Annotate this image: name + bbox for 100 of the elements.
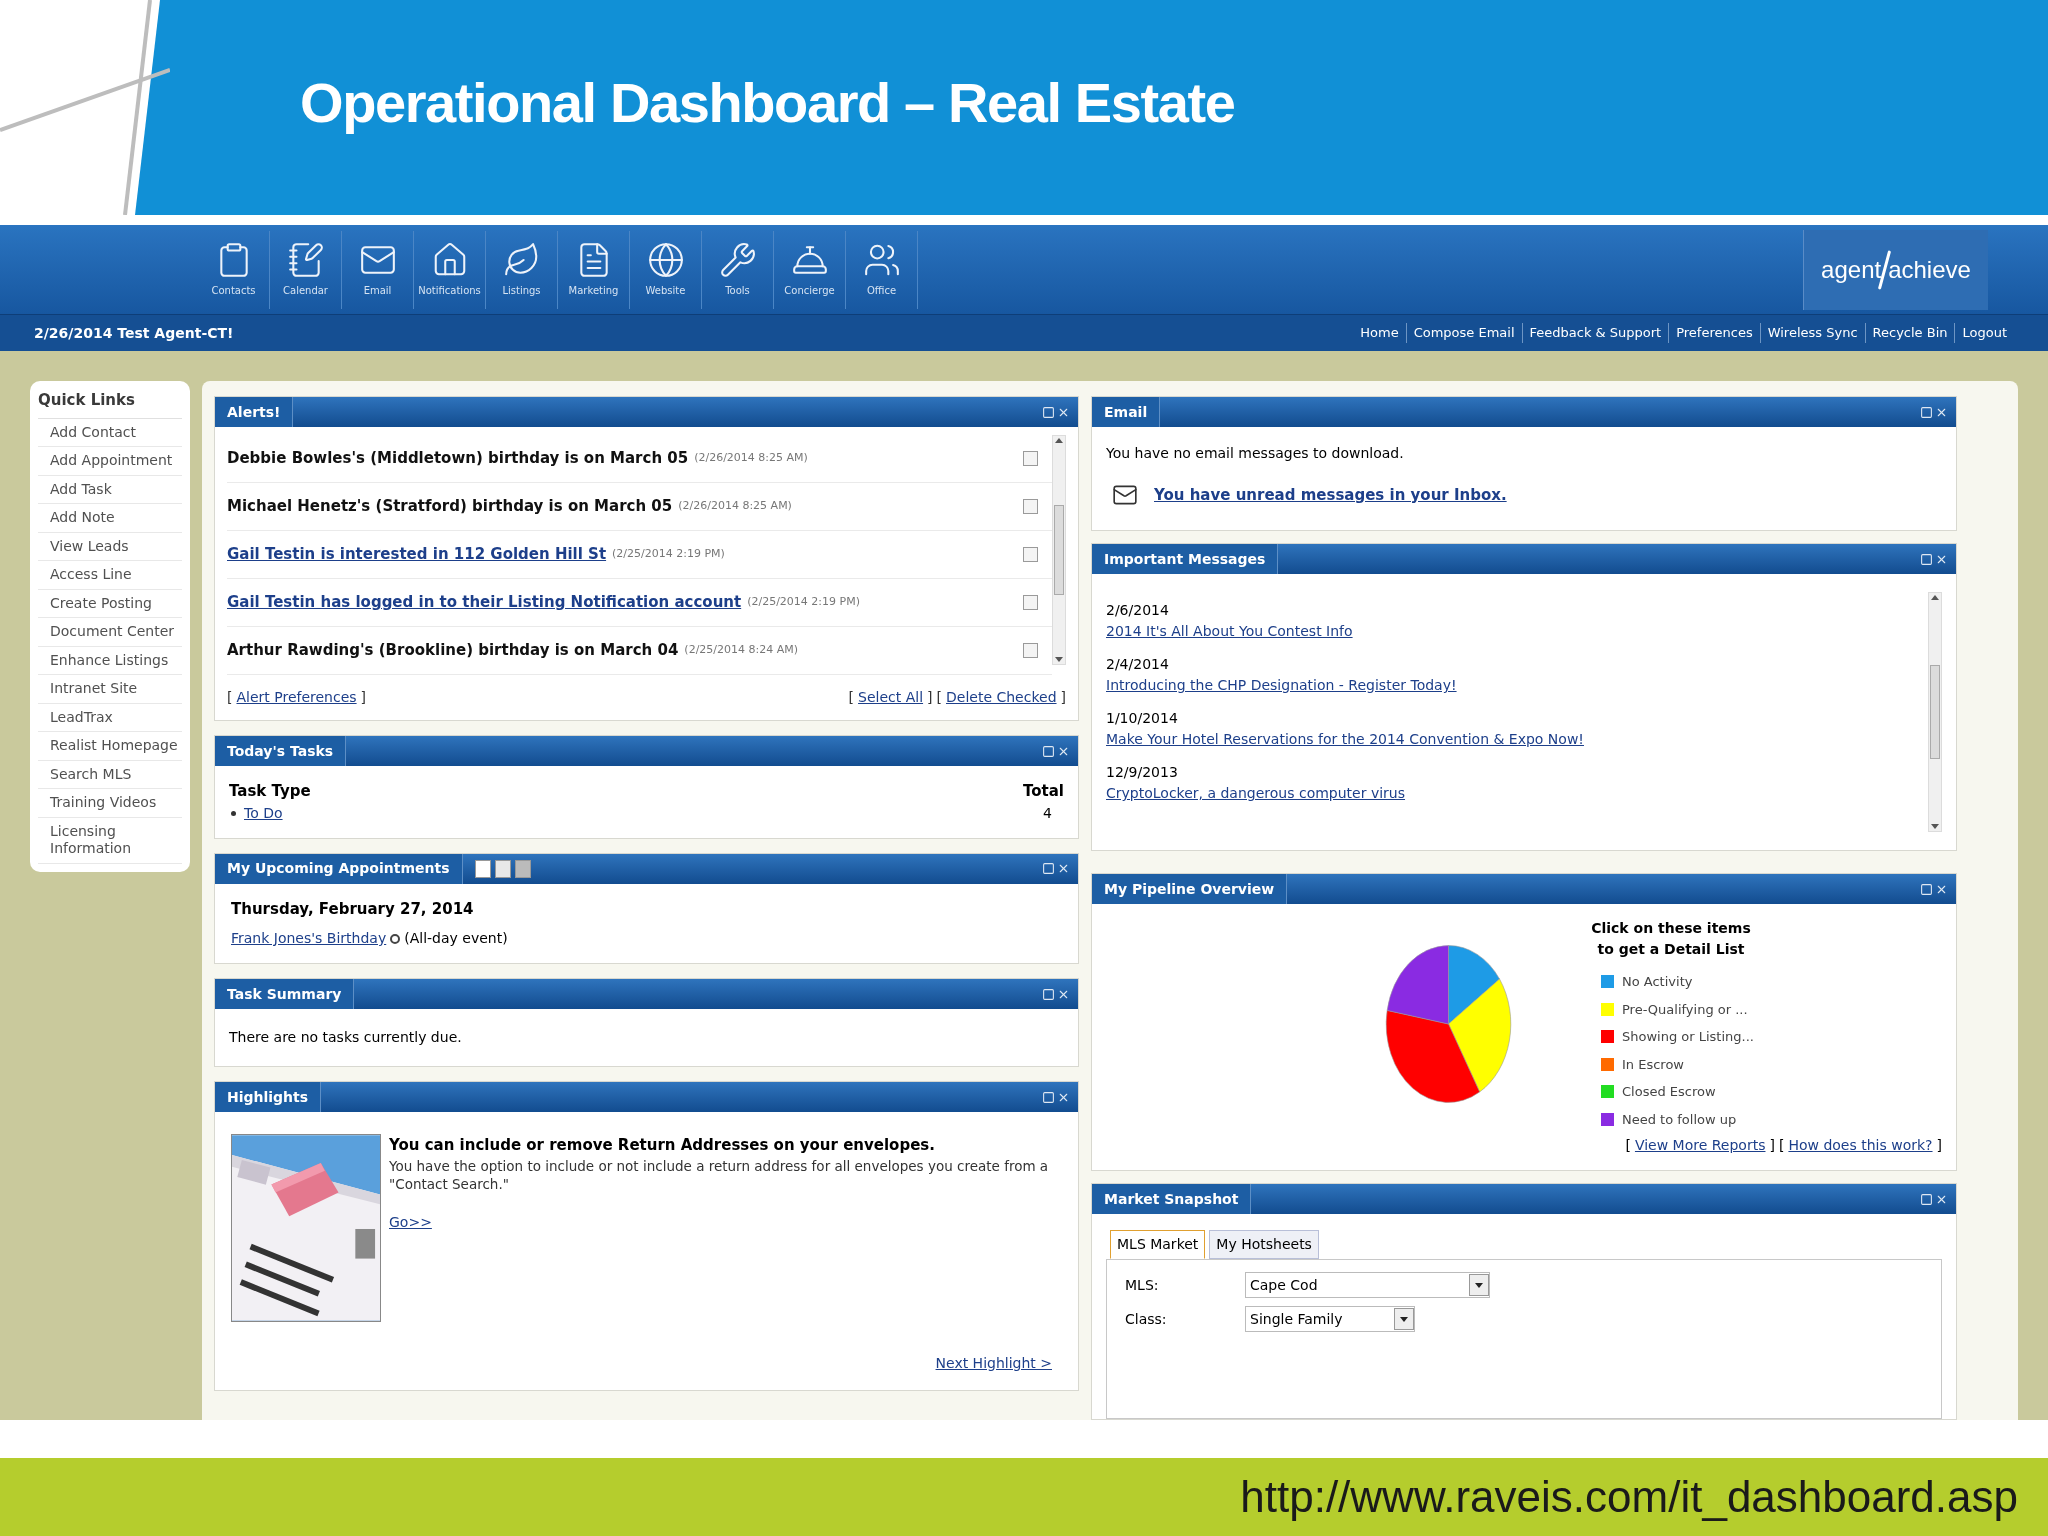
alert-checkbox[interactable] (1023, 499, 1038, 514)
notebook-icon (286, 241, 325, 279)
alert-text: Debbie Bowles's (Middletown) birthday is on March 05 (227, 448, 689, 470)
panel-title: My Upcoming Appointments (215, 853, 463, 884)
alert-checkbox[interactable] (1023, 595, 1038, 610)
month-view-icon[interactable] (514, 859, 531, 878)
message-link[interactable]: CryptoLocker, a dangerous computer virus (1106, 783, 1406, 804)
message-link[interactable]: 2014 It's All About You Contest Info (1106, 621, 1353, 642)
select-field[interactable]: Cape Cod (1245, 1272, 1490, 1298)
quick-link[interactable]: Realist Homepage (38, 732, 182, 761)
alert-checkbox[interactable] (1023, 547, 1038, 562)
alert-text[interactable]: Gail Testin is interested in 112 Golden Hill St (227, 543, 607, 566)
scrollbar[interactable] (1052, 435, 1066, 665)
quick-link[interactable]: Access Line (38, 561, 182, 590)
legend-link[interactable]: Pre-Qualifying or ... (1622, 999, 1748, 1019)
highlight-heading: You can include or remove Return Addresses on your envelopes. (389, 1135, 936, 1156)
minimize-icon[interactable] (1042, 862, 1055, 875)
minimize-icon[interactable] (1920, 1192, 1933, 1206)
column-header: Task Type (229, 781, 311, 802)
nav-button[interactable]: Notifications (414, 230, 486, 309)
alert-text: Arthur Rawding's (Brookline) birthday is on March 04 (227, 640, 679, 662)
alert-timestamp: (2/25/2014 2:19 PM) (612, 546, 725, 563)
task-type-link[interactable]: To Do (244, 802, 283, 824)
quick-link[interactable]: Licensing Information (38, 817, 182, 864)
market-tab[interactable]: My Hotsheets (1209, 1230, 1319, 1259)
legend-link[interactable]: In Escrow (1622, 1054, 1684, 1074)
minimize-icon[interactable] (1042, 987, 1055, 1001)
appointment-link[interactable]: Frank Jones's Birthday (231, 928, 387, 949)
market-tab[interactable]: MLS Market (1110, 1230, 1206, 1259)
alert-timestamp: (2/25/2014 8:24 AM) (684, 642, 799, 659)
top-link[interactable]: Compose Email (1405, 323, 1522, 343)
alert-checkbox[interactable] (1023, 643, 1038, 658)
top-link[interactable]: Recycle Bin (1864, 323, 1955, 343)
nav-button[interactable]: Office (846, 230, 918, 309)
wrench-icon (718, 241, 757, 279)
quick-link[interactable]: Training Videos (38, 789, 182, 818)
minimize-icon[interactable] (1920, 405, 1933, 419)
panel-title: Task Summary (215, 979, 355, 1009)
nav-button[interactable]: Concierge (774, 230, 846, 309)
quick-link[interactable]: Search MLS (38, 760, 182, 789)
alert-preferences-link[interactable]: Alert Preferences (236, 687, 357, 708)
quick-link[interactable]: Add Task (38, 475, 182, 504)
quick-link[interactable]: Add Appointment (38, 447, 182, 476)
bracket-text: ] (1769, 1136, 1775, 1155)
top-link[interactable]: Home (1353, 323, 1406, 343)
message-date: 12/9/2013 (1106, 763, 1179, 782)
quick-link[interactable]: Intranet Site (38, 675, 182, 704)
quick-link[interactable]: Add Note (38, 504, 182, 533)
message-link[interactable]: Introducing the CHP Designation - Register Today! (1106, 675, 1457, 696)
bracket-text: [ (848, 688, 855, 707)
quick-link[interactable]: Document Center (38, 618, 182, 647)
report-link[interactable]: View More Reports (1634, 1135, 1766, 1156)
quick-link[interactable]: Enhance Listings (38, 646, 182, 675)
legend-link[interactable]: Need to follow up (1622, 1109, 1737, 1129)
panel-title: Important Messages (1092, 544, 1279, 574)
next-highlight-link[interactable]: Next Highlight > (935, 1353, 1052, 1374)
select-field[interactable]: Single Family (1245, 1306, 1415, 1332)
top-link[interactable]: Wireless Sync (1759, 323, 1865, 343)
close-icon[interactable] (1057, 862, 1070, 875)
panel-title: Highlights (215, 1082, 322, 1112)
alert-checkbox[interactable] (1023, 451, 1038, 466)
quick-link[interactable]: Create Posting (38, 589, 182, 618)
week-view-icon[interactable] (494, 859, 511, 878)
nav-button[interactable]: Calendar (270, 230, 342, 309)
top-link[interactable]: Logout (1954, 323, 2014, 343)
minimize-icon[interactable] (1042, 1090, 1055, 1104)
top-link[interactable]: Feedback & Support (1521, 323, 1669, 343)
quick-link[interactable]: LeadTrax (38, 703, 182, 732)
nav-button[interactable]: Contacts (198, 230, 270, 309)
inbox-link[interactable]: You have unread messages in your Inbox. (1154, 483, 1507, 507)
minimize-icon[interactable] (1042, 405, 1055, 419)
report-link[interactable]: How does this work? (1788, 1135, 1933, 1156)
task-summary-text: There are no tasks currently due. (228, 1028, 463, 1047)
nav-button[interactable]: Website (630, 230, 702, 309)
nav-button[interactable]: Email (342, 230, 414, 309)
top-link[interactable]: Preferences (1668, 323, 1760, 343)
quick-link[interactable]: Add Contact (38, 418, 182, 447)
nav-button[interactable]: Tools (702, 230, 774, 309)
scrollbar[interactable] (1928, 592, 1942, 832)
quick-link[interactable]: View Leads (38, 532, 182, 561)
nav-button[interactable]: Marketing (558, 230, 630, 309)
logo-text: achieve (1888, 254, 1971, 285)
bracket-text: ] (360, 688, 367, 707)
nav-button[interactable]: Listings (486, 230, 558, 309)
minimize-icon[interactable] (1042, 744, 1055, 758)
message-link[interactable]: Make Your Hotel Reservations for the 2014 Convention & Expo Now! (1106, 729, 1584, 750)
alert-text[interactable]: Gail Testin has logged in to their Listing Notification account (227, 591, 742, 614)
legend-link[interactable]: Closed Escrow (1622, 1082, 1716, 1102)
day-view-icon[interactable] (474, 859, 491, 878)
alert-action-link[interactable]: Delete Checked (946, 687, 1057, 708)
alert-action-link[interactable]: Select All (858, 687, 924, 708)
minimize-icon[interactable] (1920, 552, 1933, 566)
legend-link[interactable]: No Activity (1622, 972, 1693, 992)
email-status-text: You have no email messages to download. (1106, 444, 1405, 463)
appointment-date: Thursday, February 27, 2014 (231, 898, 475, 920)
column-header: Total (1023, 781, 1064, 802)
legend-link[interactable]: Showing or Listing... (1622, 1027, 1754, 1047)
go-link[interactable]: Go>> (389, 1211, 432, 1233)
minimize-icon[interactable] (1920, 882, 1933, 896)
bracket-text: ] (1060, 688, 1066, 707)
